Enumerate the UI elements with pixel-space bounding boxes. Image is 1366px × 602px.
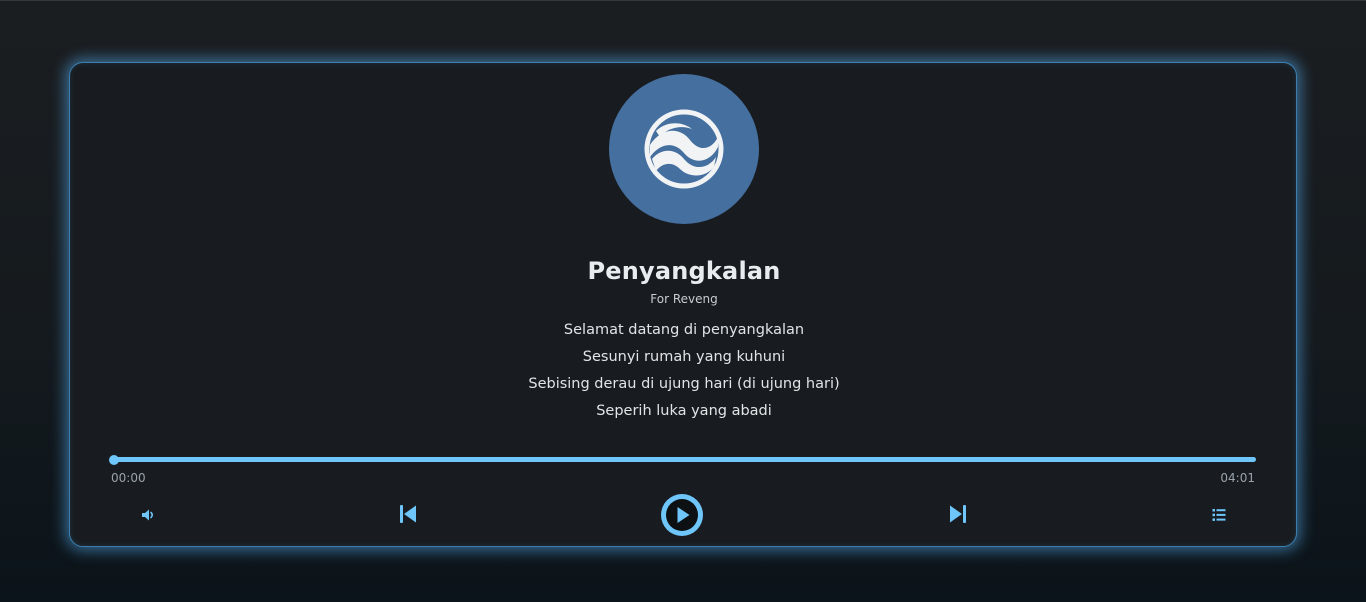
lyric-line: Seperih luka yang abadi (596, 403, 772, 419)
progress-thumb[interactable] (109, 454, 119, 465)
playlist-button[interactable] (1207, 503, 1231, 527)
playlist-icon (1212, 509, 1226, 521)
skip-previous-icon (400, 505, 416, 523)
lyric-line: Selamat datang di penyangkalan (563, 322, 805, 338)
track-title: Penyangkalan (587, 257, 781, 285)
next-button[interactable] (946, 502, 970, 526)
lyric-line: Sebising derau di ujung hari (di ujung h… (528, 376, 840, 392)
track-artist: For Reveng (650, 292, 718, 306)
total-time: 04:01 (1220, 471, 1255, 485)
current-time: 00:00 (111, 471, 146, 485)
window-top-border (0, 0, 1366, 1)
lyrics-panel: Selamat datang di penyangkalan Sesunyi r… (70, 319, 1298, 427)
play-button[interactable] (661, 494, 703, 536)
skip-next-icon (950, 505, 966, 523)
previous-button[interactable] (396, 502, 420, 526)
volume-button[interactable] (136, 503, 160, 527)
progress-fill (114, 457, 1256, 462)
progress-bar[interactable] (109, 454, 1256, 465)
music-player-card: Penyangkalan For Reveng Selamat datang d… (69, 62, 1297, 547)
album-cover (609, 74, 759, 224)
album-logo-icon (644, 109, 724, 189)
lyric-line: Sesunyi rumah yang kuhuni (582, 349, 786, 365)
volume-icon (142, 509, 153, 521)
play-icon (666, 499, 698, 531)
